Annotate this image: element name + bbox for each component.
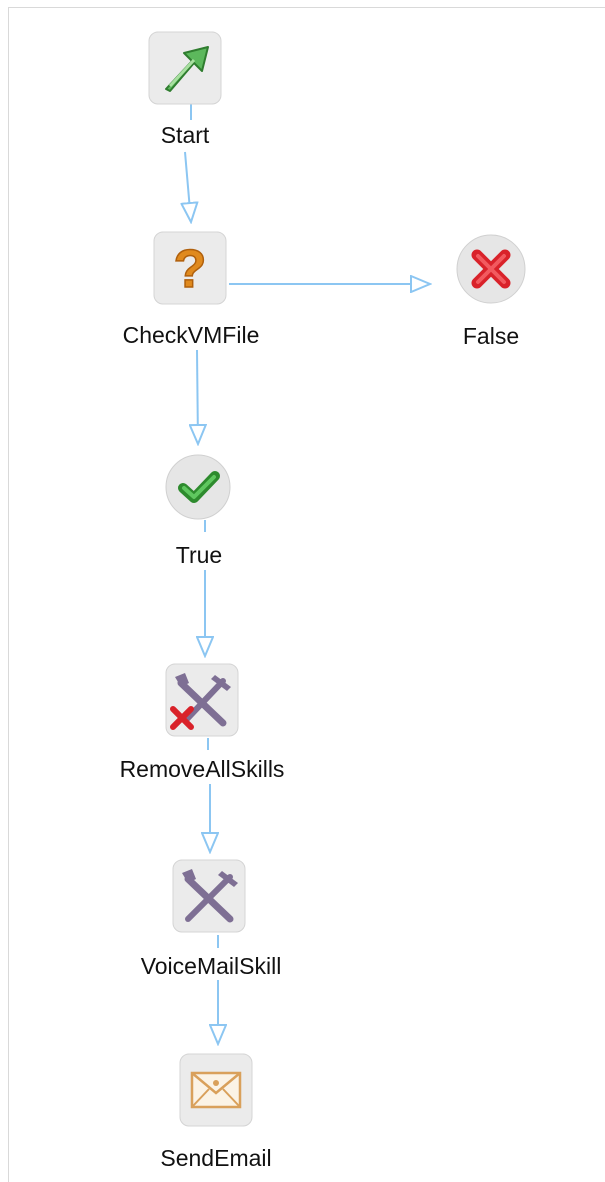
- node-label-true: True: [175, 542, 223, 568]
- node-start[interactable]: [148, 31, 222, 105]
- tools-icon: [172, 859, 246, 933]
- node-false[interactable]: [454, 232, 528, 306]
- node-sendemail[interactable]: [179, 1053, 253, 1127]
- node-label-removeallskills: RemoveAllSkills: [119, 756, 285, 782]
- node-removeallskills[interactable]: [165, 663, 239, 737]
- start-arrow-icon: [148, 31, 222, 105]
- node-label-checkvmfile: CheckVMFile: [122, 322, 260, 348]
- question-mark-icon: ?: [153, 231, 227, 305]
- envelope-icon: [179, 1053, 253, 1127]
- node-label-false: False: [462, 323, 520, 349]
- node-voicemailskill[interactable]: [172, 859, 246, 933]
- node-label-start: Start: [160, 122, 210, 148]
- tools-remove-icon: [165, 663, 239, 737]
- connector-layer: [0, 104, 605, 1182]
- green-check-icon: [165, 454, 231, 520]
- edge-checkvmfile-to-true: [197, 349, 198, 444]
- red-x-icon: [456, 234, 526, 304]
- node-label-sendemail: SendEmail: [160, 1145, 272, 1171]
- node-true[interactable]: [161, 450, 235, 524]
- node-label-voicemailskill: VoiceMailSkill: [140, 953, 282, 979]
- node-checkvmfile[interactable]: ?: [153, 231, 227, 305]
- svg-text:?: ?: [174, 239, 207, 299]
